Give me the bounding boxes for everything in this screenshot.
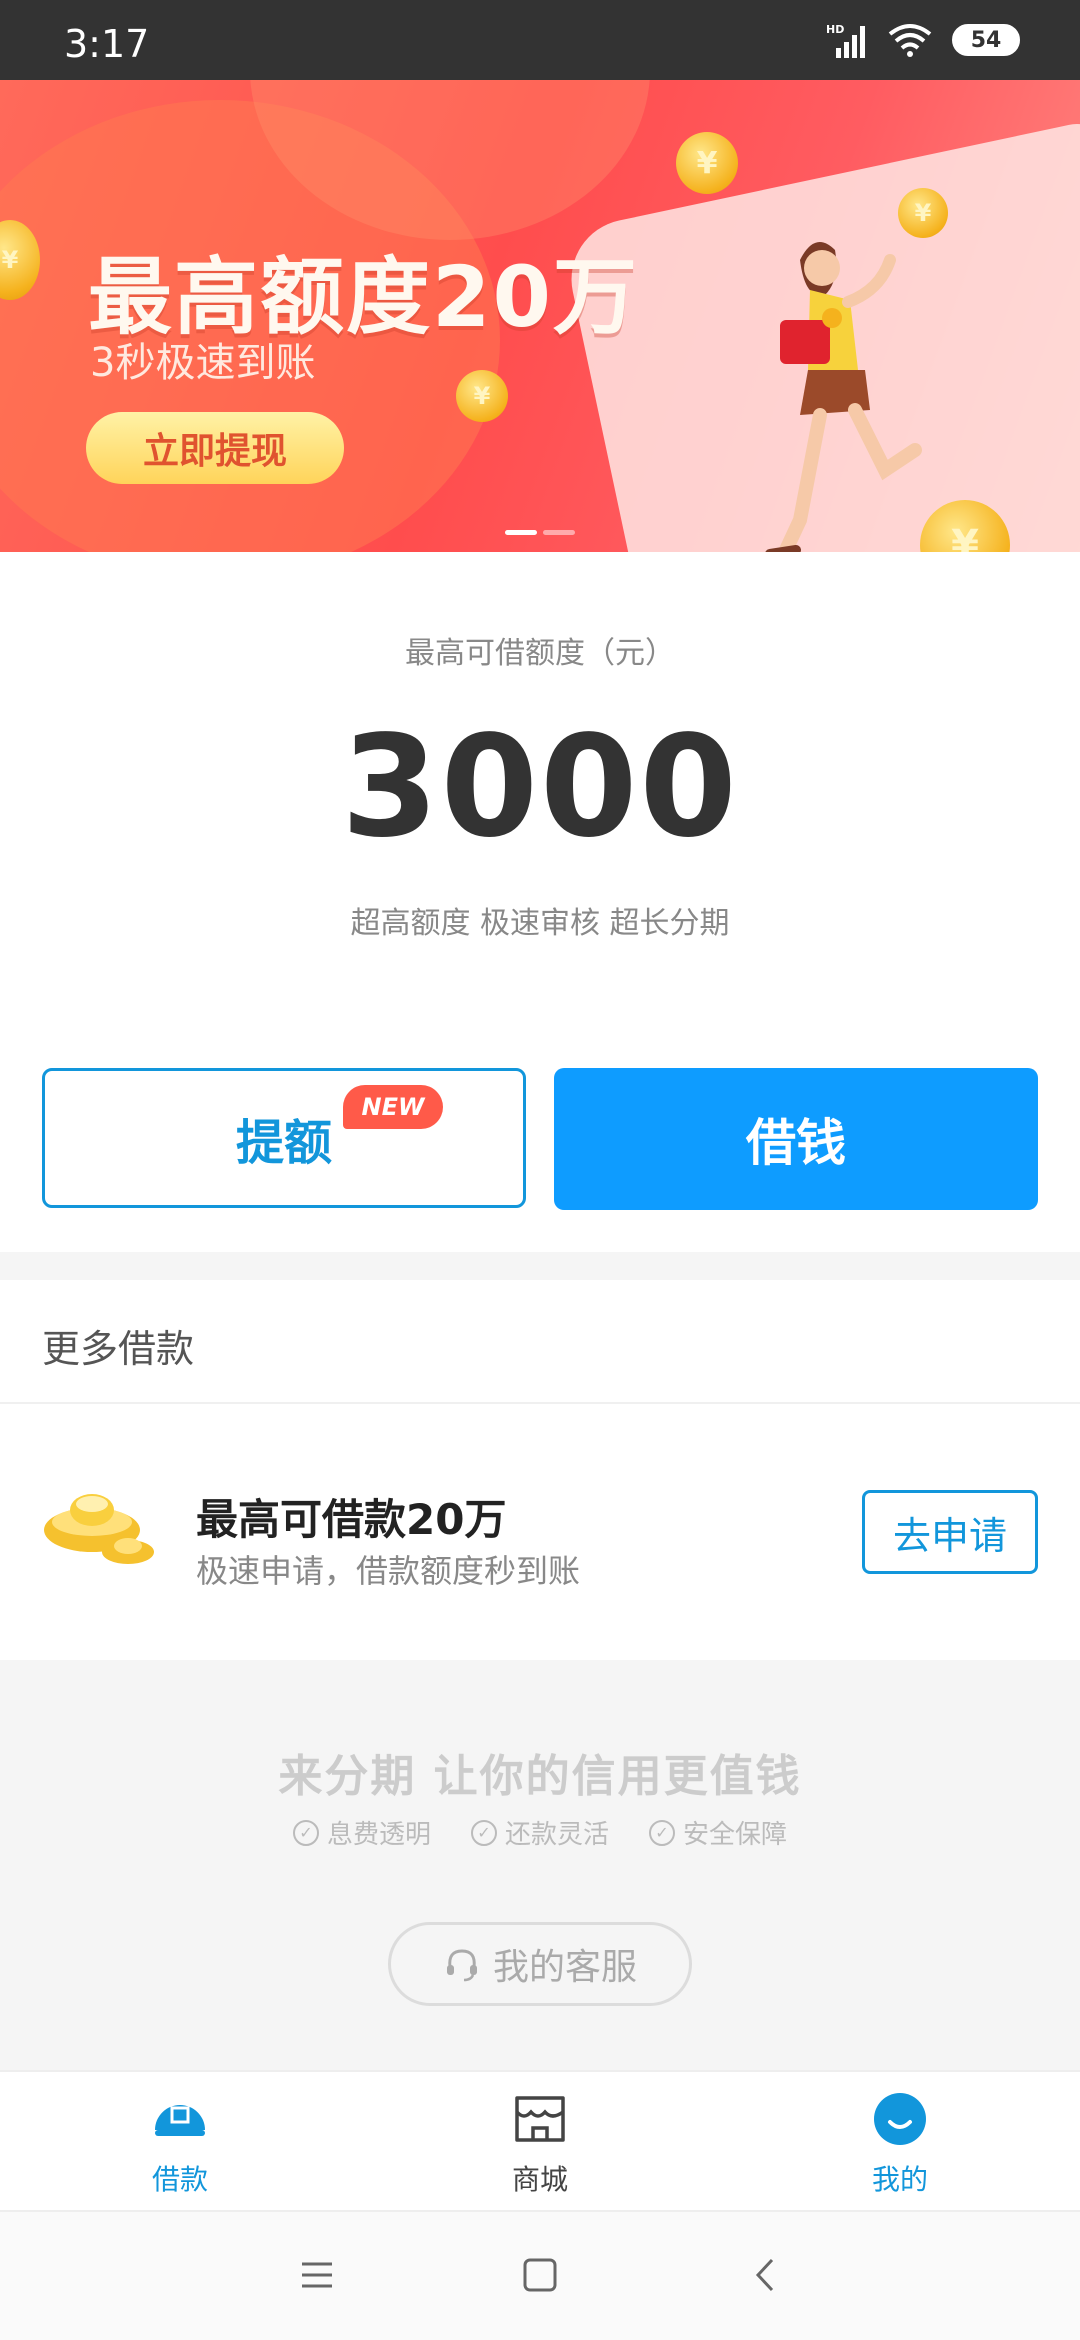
feature-label: 安全保障 [683, 1820, 788, 1850]
promo-banner[interactable]: ¥ ¥ ¥ ¥ ¥ 最高额度20万 3秒极速到账 立即提现 [0, 80, 1080, 552]
slogan: 来分期 让你的信用更值钱 [278, 1751, 802, 1802]
wifi-icon [888, 24, 932, 57]
limit-tagline: 超高额度 极速审核 超长分期 [350, 906, 730, 941]
customer-service-button[interactable]: 我的客服 [388, 1922, 692, 2006]
bottom-tab-bar: 借款 商城 我的 [0, 2070, 1080, 2210]
check-circle-icon: ✓ [292, 1819, 319, 1846]
carousel-dot [505, 530, 537, 535]
feature-label: 息费透明 [326, 1820, 431, 1850]
carousel-dot [543, 530, 575, 535]
gold-ingot-icon [44, 1494, 154, 1564]
network-type-label: HD [826, 23, 844, 36]
status-time: 3:17 [64, 22, 150, 66]
divider [0, 1402, 1080, 1404]
check-circle-icon: ✓ [649, 1819, 675, 1846]
system-nav-bar [0, 2210, 1080, 2340]
status-bar: 3:17 HD 54 [0, 0, 1080, 80]
battery-indicator: 54 [952, 24, 1020, 56]
tab-store[interactable]: 商城 [440, 2090, 640, 2198]
limit-amount: 3000 [341, 706, 739, 869]
withdraw-now-button[interactable]: 立即提现 [86, 412, 344, 484]
feature-item: ✓ 息费透明 [292, 1814, 431, 1851]
raise-limit-label: 提额 [235, 1115, 332, 1171]
cellular-signal-icon: HD [826, 23, 865, 58]
home-icon[interactable] [517, 2252, 563, 2298]
more-loans-title: 更多借款 [42, 1327, 195, 1371]
feature-item: ✓ 安全保障 [649, 1814, 787, 1851]
feature-item: ✓ 还款灵活 [470, 1814, 609, 1851]
apply-button[interactable]: 去申请 [862, 1490, 1038, 1574]
borrow-button[interactable]: 借钱 [554, 1068, 1038, 1210]
offer-title: 最高可借款20万 [196, 1495, 507, 1544]
banner-subtitle: 3秒极速到账 [90, 340, 316, 386]
tab-loan[interactable]: 借款 [80, 2090, 280, 2198]
store-icon [515, 2096, 565, 2142]
carousel-indicator [505, 530, 575, 535]
tab-profile[interactable]: 我的 [800, 2090, 1000, 2198]
new-badge: NEW [343, 1085, 443, 1129]
tab-label: 借款 [151, 2163, 208, 2196]
coin-icon: ¥ [456, 370, 508, 422]
raise-limit-button[interactable]: 提额 NEW [42, 1068, 526, 1208]
limit-label: 最高可借额度（元） [405, 636, 675, 671]
woman-illustration [765, 242, 922, 552]
footer-section [0, 1660, 1080, 2070]
tab-label: 我的 [871, 2163, 928, 2196]
customer-service-label: 我的客服 [492, 1947, 637, 1988]
loan-icon [155, 2104, 205, 2136]
headset-icon [446, 1949, 477, 1982]
check-circle-icon: ✓ [470, 1819, 497, 1846]
status-icons: HD 54 [826, 22, 1020, 58]
section-divider [0, 1252, 1080, 1280]
profile-icon [874, 2093, 926, 2145]
offer-subtitle: 极速申请，借款额度秒到账 [196, 1552, 581, 1590]
coin-icon: ¥ [676, 132, 738, 194]
tab-label: 商城 [511, 2163, 568, 2196]
feature-label: 还款灵活 [504, 1820, 609, 1850]
menu-icon[interactable] [294, 2252, 340, 2298]
feature-list: ✓ 息费透明 ✓ 还款灵活 ✓ 安全保障 [0, 1814, 1080, 1851]
back-icon[interactable] [744, 2252, 790, 2298]
